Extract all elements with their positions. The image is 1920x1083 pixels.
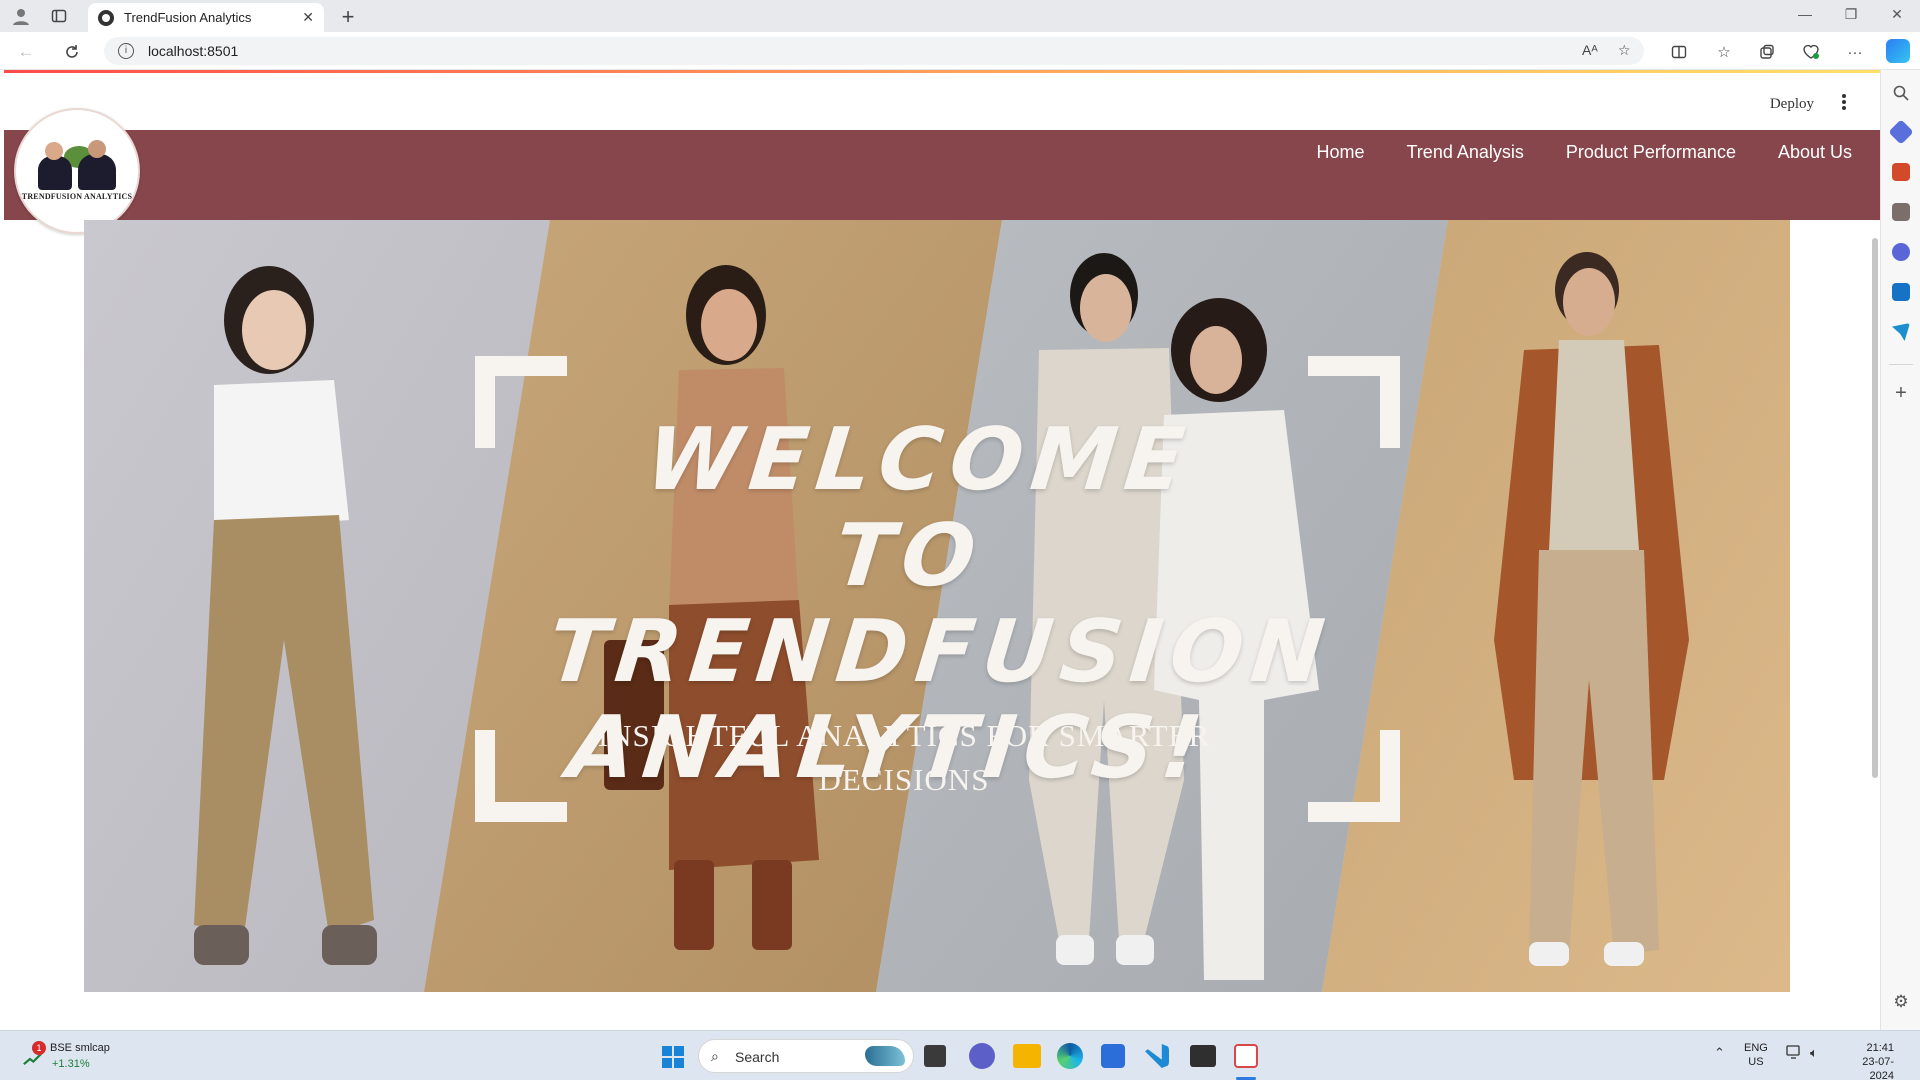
logo-head-right	[88, 140, 106, 158]
frame-corner-bottom-right	[1308, 730, 1400, 822]
new-tab-icon[interactable]: +	[336, 4, 360, 30]
language-region: US	[1748, 1056, 1764, 1068]
browser-titlebar: TrendFusion Analytics ✕ + — ❐ ✕	[0, 0, 1920, 32]
edge-sidebar: + ⚙	[1880, 70, 1920, 1030]
restore-icon[interactable]: ❐	[1836, 6, 1866, 23]
url-field[interactable]: i localhost:8501 Aᴬ ☆	[104, 37, 1644, 65]
edge-icon[interactable]	[1057, 1043, 1083, 1069]
copilot-icon[interactable]	[1886, 39, 1910, 63]
search-placeholder: Search	[735, 1049, 780, 1065]
file-explorer-icon[interactable]	[1013, 1044, 1041, 1068]
clock-time: 21:41	[1866, 1042, 1894, 1054]
app-toolbar: Deploy	[4, 73, 1880, 130]
tab-title: TrendFusion Analytics	[124, 10, 252, 25]
sidebar-games-icon[interactable]	[1892, 203, 1910, 221]
sidebar-copilot-icon[interactable]	[1892, 243, 1910, 261]
hero-headline-line-2: TRENDFUSION	[543, 602, 1337, 702]
minimize-icon[interactable]: —	[1790, 6, 1820, 22]
hero-banner: WELCOME TO TRENDFUSION ANALYTICS! INSIGH…	[84, 220, 1790, 992]
back-icon[interactable]: ←	[14, 40, 38, 64]
system-clock[interactable]: 21:41 23-07-2024	[1838, 1041, 1894, 1083]
sidebar-outlook-icon[interactable]	[1892, 283, 1910, 301]
taskbar-search[interactable]: ⌕ Search	[698, 1039, 914, 1073]
address-bar-row: ← i localhost:8501 Aᴬ ☆ ☆ ···	[0, 32, 1920, 70]
read-aloud-icon[interactable]: Aᴬ	[1582, 42, 1598, 58]
tab-actions-icon[interactable]	[48, 5, 70, 27]
sidebar-search-icon[interactable]	[1892, 84, 1910, 102]
frame-corner-top-right	[1308, 356, 1400, 448]
navigation-bar: Home Trend Analysis Product Performance …	[4, 130, 1880, 220]
sidebar-separator	[1889, 364, 1913, 365]
sidebar-add-icon[interactable]: +	[1891, 382, 1911, 405]
hero-headline-line-1: WELCOME TO	[641, 410, 1197, 606]
vscode-icon[interactable]	[1145, 1044, 1169, 1068]
sidebar-send-icon[interactable]	[1892, 323, 1910, 341]
close-window-icon[interactable]: ✕	[1882, 6, 1912, 23]
browser-tab[interactable]: TrendFusion Analytics ✕	[88, 3, 324, 32]
volume-icon[interactable]: 🔈︎	[1810, 1045, 1818, 1061]
search-highlight-icon	[865, 1046, 905, 1066]
nav-trend-analysis[interactable]: Trend Analysis	[1406, 142, 1523, 163]
refresh-icon[interactable]	[60, 40, 84, 64]
logo-text: TRENDFUSION ANALYTICS	[21, 192, 133, 201]
sidebar-settings-icon[interactable]: ⚙	[1891, 992, 1911, 1012]
stock-change: +1.31%	[52, 1058, 90, 1070]
network-icon[interactable]	[1786, 1045, 1802, 1062]
start-button-icon[interactable]	[662, 1046, 684, 1068]
nav-about-us[interactable]: About Us	[1778, 142, 1852, 163]
logo-figure-left	[38, 156, 72, 190]
deploy-button[interactable]: Deploy	[1770, 96, 1814, 113]
stock-name: BSE smlcap	[50, 1042, 110, 1054]
stock-widget[interactable]: 1 BSE smlcap +1.31%	[18, 1040, 128, 1074]
windows-taskbar: 1 BSE smlcap +1.31% ⌕ Search ⌃ ENG US 🔈︎…	[0, 1030, 1920, 1083]
clock-date: 23-07-2024	[1862, 1056, 1894, 1082]
teams-icon[interactable]	[969, 1043, 995, 1069]
sidebar-shopping-icon[interactable]	[1888, 119, 1914, 145]
nav-home[interactable]: Home	[1316, 142, 1364, 163]
brand-logo[interactable]: TRENDFUSION ANALYTICS	[14, 108, 140, 234]
snipping-tool-icon[interactable]	[1234, 1044, 1258, 1068]
frame-corner-top-left	[475, 356, 567, 448]
logo-figure-right	[78, 154, 116, 190]
close-tab-icon[interactable]: ✕	[302, 9, 314, 26]
main-menu-icon[interactable]	[1842, 94, 1846, 110]
language-indicator[interactable]: ENG US	[1744, 1041, 1768, 1069]
site-favicon-icon	[98, 9, 114, 26]
collections-icon[interactable]	[1756, 41, 1778, 63]
page-viewport: Deploy Home Trend Analysis Product Perfo…	[4, 70, 1880, 1030]
store-icon[interactable]	[1101, 1044, 1125, 1068]
search-icon: ⌕	[711, 1048, 719, 1064]
nav-links: Home Trend Analysis Product Performance …	[1316, 142, 1852, 163]
profile-icon[interactable]	[10, 5, 32, 27]
browser-essentials-icon[interactable]	[1800, 41, 1822, 63]
nav-product-performance[interactable]: Product Performance	[1566, 142, 1736, 163]
hero-subtitle: INSIGHTFUL ANALYTICS FOR SMARTER DECISIO…	[597, 718, 1211, 797]
logo-head-left	[45, 142, 63, 160]
split-screen-icon[interactable]	[1668, 41, 1690, 63]
language-code: ENG	[1744, 1042, 1768, 1054]
task-view-icon[interactable]	[924, 1045, 946, 1067]
url-text[interactable]: localhost:8501	[148, 43, 238, 59]
sidebar-tools-icon[interactable]	[1892, 163, 1910, 181]
favorite-star-icon[interactable]: ☆	[1618, 42, 1631, 59]
site-info-icon[interactable]: i	[118, 43, 134, 59]
terminal-icon[interactable]	[1190, 1045, 1216, 1067]
favorites-icon[interactable]: ☆	[1713, 41, 1735, 63]
stock-notification-badge: 1	[32, 1041, 46, 1055]
more-options-icon[interactable]: ···	[1844, 41, 1866, 63]
tray-overflow-icon[interactable]: ⌃	[1714, 1045, 1725, 1061]
page-scrollbar[interactable]	[1872, 238, 1878, 778]
